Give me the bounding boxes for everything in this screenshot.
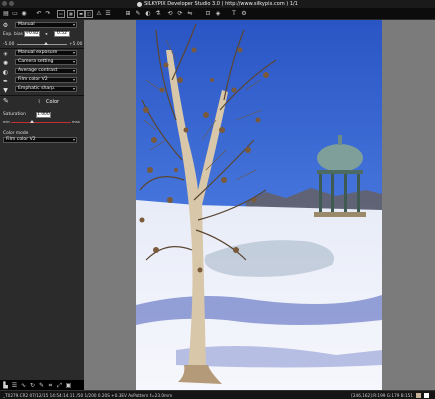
chevron-down-icon: ▾ — [72, 22, 75, 27]
control-panel: ⚙ Manual ▾ Exp. bias +0.82 ◂ 0.52 -5.00 +… — [0, 20, 84, 380]
status-bar: _T0279.CR2 07/12/15 14:54:14.11 /50 1/20… — [0, 390, 435, 399]
exposure-slider-track[interactable] — [17, 44, 67, 45]
rotate-icon[interactable]: ↻ — [29, 382, 36, 389]
chevron-down-icon: ▾ — [72, 137, 75, 142]
chevron-down-icon: ▾ — [72, 68, 75, 73]
saturation-label: Saturation — [3, 112, 26, 117]
sharpness-icon: ▼ — [3, 86, 8, 94]
save-icon[interactable]: ▣ — [65, 382, 72, 389]
tone-curve-icon[interactable]: ∿ — [20, 382, 27, 389]
exposure-step-arrow-icon[interactable]: ◂ — [45, 32, 47, 37]
sun-exposure-icon: ☀ — [2, 50, 9, 58]
chevron-down-icon: ▾ — [72, 50, 75, 55]
app-logo-icon — [137, 1, 143, 7]
saturation-slider-track[interactable] — [11, 122, 71, 123]
gear-icon[interactable]: ⚙ — [240, 10, 248, 18]
exposure-label: Exp. bias — [3, 32, 23, 37]
preset-select[interactable]: Manual ▾ — [15, 22, 77, 28]
color-tab-label[interactable]: Color — [46, 99, 59, 105]
chevron-down-icon: ▾ — [72, 77, 75, 82]
divider — [0, 48, 84, 49]
saturation-min-label: min — [3, 120, 10, 124]
tone-icon[interactable]: ◈ — [214, 10, 222, 18]
saturation-slider-thumb[interactable] — [30, 120, 34, 123]
saturation-max-label: max — [72, 120, 80, 124]
window-title: SILKYPIX Developer Studio 3.0 ( http://w… — [144, 1, 298, 7]
exposure-mode-select[interactable]: Manual exposure ▾ — [15, 50, 77, 56]
redo-icon[interactable]: ↷ — [44, 10, 52, 18]
photo-preview[interactable] — [136, 20, 382, 390]
view-grid-icon[interactable]: ▦ — [67, 10, 75, 18]
flip-icon[interactable]: ⇋ — [186, 10, 194, 18]
open-icon[interactable]: ▤ — [2, 10, 10, 18]
preview-area[interactable] — [84, 20, 435, 390]
contrast-select[interactable]: Average contrast ▾ — [15, 68, 77, 74]
histogram-icon[interactable]: ▙ — [2, 382, 9, 389]
color-swatch — [416, 393, 421, 398]
gear-icon[interactable]: ⚙ — [2, 22, 9, 29]
exposure-min-label: -5.00 — [3, 42, 15, 47]
color-swatch-white — [424, 393, 429, 398]
title-bar: SILKYPIX Developer Studio 3.0 ( http://w… — [0, 0, 435, 8]
contrast-icon: ◐ — [2, 68, 9, 76]
exposure-max-label: +5.00 — [69, 42, 83, 47]
list-icon[interactable]: ☰ — [104, 10, 112, 18]
crop-icon[interactable]: ⊡ — [204, 10, 212, 18]
eyedropper-icon[interactable]: ✎ — [134, 10, 142, 18]
expand-icon[interactable]: ⤢ — [56, 382, 63, 389]
saturation-value-input[interactable]: 1.000 — [36, 112, 51, 118]
divider — [0, 95, 84, 96]
warning-icon[interactable]: ⚠ — [95, 10, 103, 18]
grid-icon[interactable]: ⊞ — [124, 10, 132, 18]
exposure-value-input[interactable]: +0.82 — [24, 31, 40, 37]
view-single-icon[interactable]: ▭ — [57, 10, 65, 18]
minimize-window-icon[interactable] — [9, 1, 14, 6]
sharpness-select[interactable]: Emphatic sharp. ▾ — [15, 86, 77, 92]
camera-icon[interactable]: ◉ — [20, 10, 28, 18]
view-filmstrip-icon[interactable]: ▬ — [77, 10, 85, 18]
photo-image — [136, 20, 382, 390]
rotate-left-icon[interactable]: ⟲ — [166, 10, 174, 18]
view-compare-icon[interactable]: ◫ — [85, 10, 93, 18]
toolbar: ▤ ▭ ◉ ↶ ↷ ▭ ▦ ▬ ◫ ⚠ ☰ ⊞ ✎ ◐ ⚗ ⟲ ⟳ ⇋ ⊡ ◈ … — [0, 8, 435, 20]
text-icon[interactable]: T — [230, 10, 238, 18]
color-mode-select[interactable]: Film color V2 ▾ — [3, 137, 77, 143]
exposure-step-input[interactable]: 0.52 — [54, 31, 70, 37]
exposure-slider-thumb[interactable] — [44, 42, 48, 45]
color-dropper-small-icon: ⌇ — [38, 99, 41, 105]
rotate-right-icon[interactable]: ⟳ — [176, 10, 184, 18]
folder-icon[interactable]: ▭ — [11, 10, 19, 18]
undo-icon[interactable]: ↶ — [35, 10, 43, 18]
white-balance-icon: ✺ — [2, 59, 9, 67]
window-controls — [2, 1, 14, 6]
color-mode-label: Color mode — [3, 131, 29, 136]
panel-bottom-toolbar: ▙ ☰ ∿ ↻ ✎ ⌗ ⤢ ▣ — [2, 382, 72, 390]
chevron-down-icon: ▾ — [72, 59, 75, 64]
close-window-icon[interactable] — [2, 1, 7, 6]
chevron-down-icon: ▾ — [72, 86, 75, 91]
dropper-icon[interactable]: ⚗ — [154, 10, 162, 18]
camera-setting-select[interactable]: Camera setting ▾ — [15, 59, 77, 65]
color-tab-icon[interactable]: ✎ — [3, 97, 9, 105]
lens-icon[interactable]: ⌗ — [47, 382, 54, 389]
status-exif: _T0279.CR2 07/12/15 14:54:14.11 /50 1/20… — [3, 392, 173, 398]
wb-icon[interactable]: ◐ — [144, 10, 152, 18]
film-color-select[interactable]: Film color V2 ▾ — [15, 77, 77, 83]
list-icon[interactable]: ☰ — [11, 382, 18, 389]
dropper-icon[interactable]: ✎ — [38, 382, 45, 389]
status-pixel-info: [246,162]:R:199 G:179 B:151 — [351, 392, 413, 398]
color-dropper-icon: ✒ — [2, 77, 9, 85]
